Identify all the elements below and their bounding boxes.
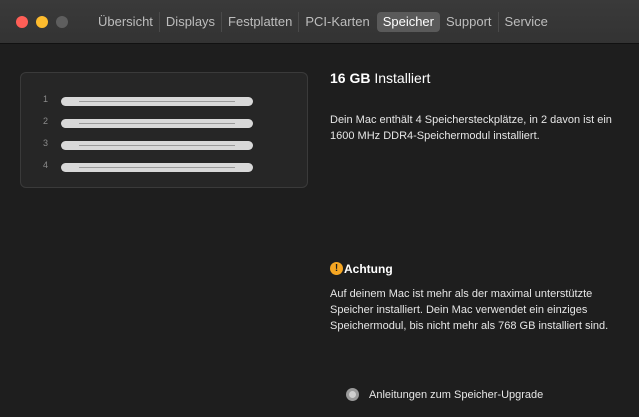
ram-module-icon [61,141,253,150]
toolbar: Übersicht Displays Festplatten PCI-Karte… [0,0,639,44]
ram-module-icon [61,119,253,128]
ram-module-icon [61,97,253,106]
tab-displays[interactable]: Displays [158,12,221,32]
tab-memory[interactable]: Speicher [376,12,440,32]
memory-size-headline: 16 GB Installiert [330,70,430,86]
tab-service[interactable]: Service [497,12,554,32]
tab-overview[interactable]: Übersicht [92,12,159,32]
slot-number: 4 [43,160,49,170]
tab-pci-cards[interactable]: PCI-Karten [298,12,375,32]
memory-size-suffix: Installiert [374,70,431,86]
tab-support[interactable]: Support [440,12,498,32]
slot-number: 3 [43,138,49,148]
slot-number: 2 [43,116,49,126]
tab-bar: Übersicht Displays Festplatten PCI-Karte… [92,12,554,32]
minimize-button[interactable] [36,16,48,28]
memory-slot: 3 [21,138,307,151]
memory-slot: 1 [21,94,307,107]
tab-storage[interactable]: Festplatten [221,12,298,32]
memory-slots-panel: 1 2 3 4 [20,72,308,188]
help-icon [346,388,359,401]
close-button[interactable] [16,16,28,28]
about-this-mac-window: Übersicht Displays Festplatten PCI-Karte… [0,0,639,417]
zoom-button[interactable] [56,16,68,28]
slot-number: 1 [43,94,49,104]
warning-icon: ! [330,262,343,275]
memory-slot: 4 [21,160,307,173]
memory-upgrade-link[interactable]: Anleitungen zum Speicher-Upgrade [346,388,543,401]
ram-module-icon [61,163,253,172]
memory-size: 16 GB [330,70,371,86]
warning-title: Achtung [344,262,393,276]
warning-text: Auf deinem Mac ist mehr als der maximal … [330,288,609,332]
memory-slot: 2 [21,116,307,129]
memory-upgrade-link-label: Anleitungen zum Speicher-Upgrade [369,388,544,401]
memory-description: Dein Mac enthält 4 Speichersteckplätze, … [330,114,612,142]
